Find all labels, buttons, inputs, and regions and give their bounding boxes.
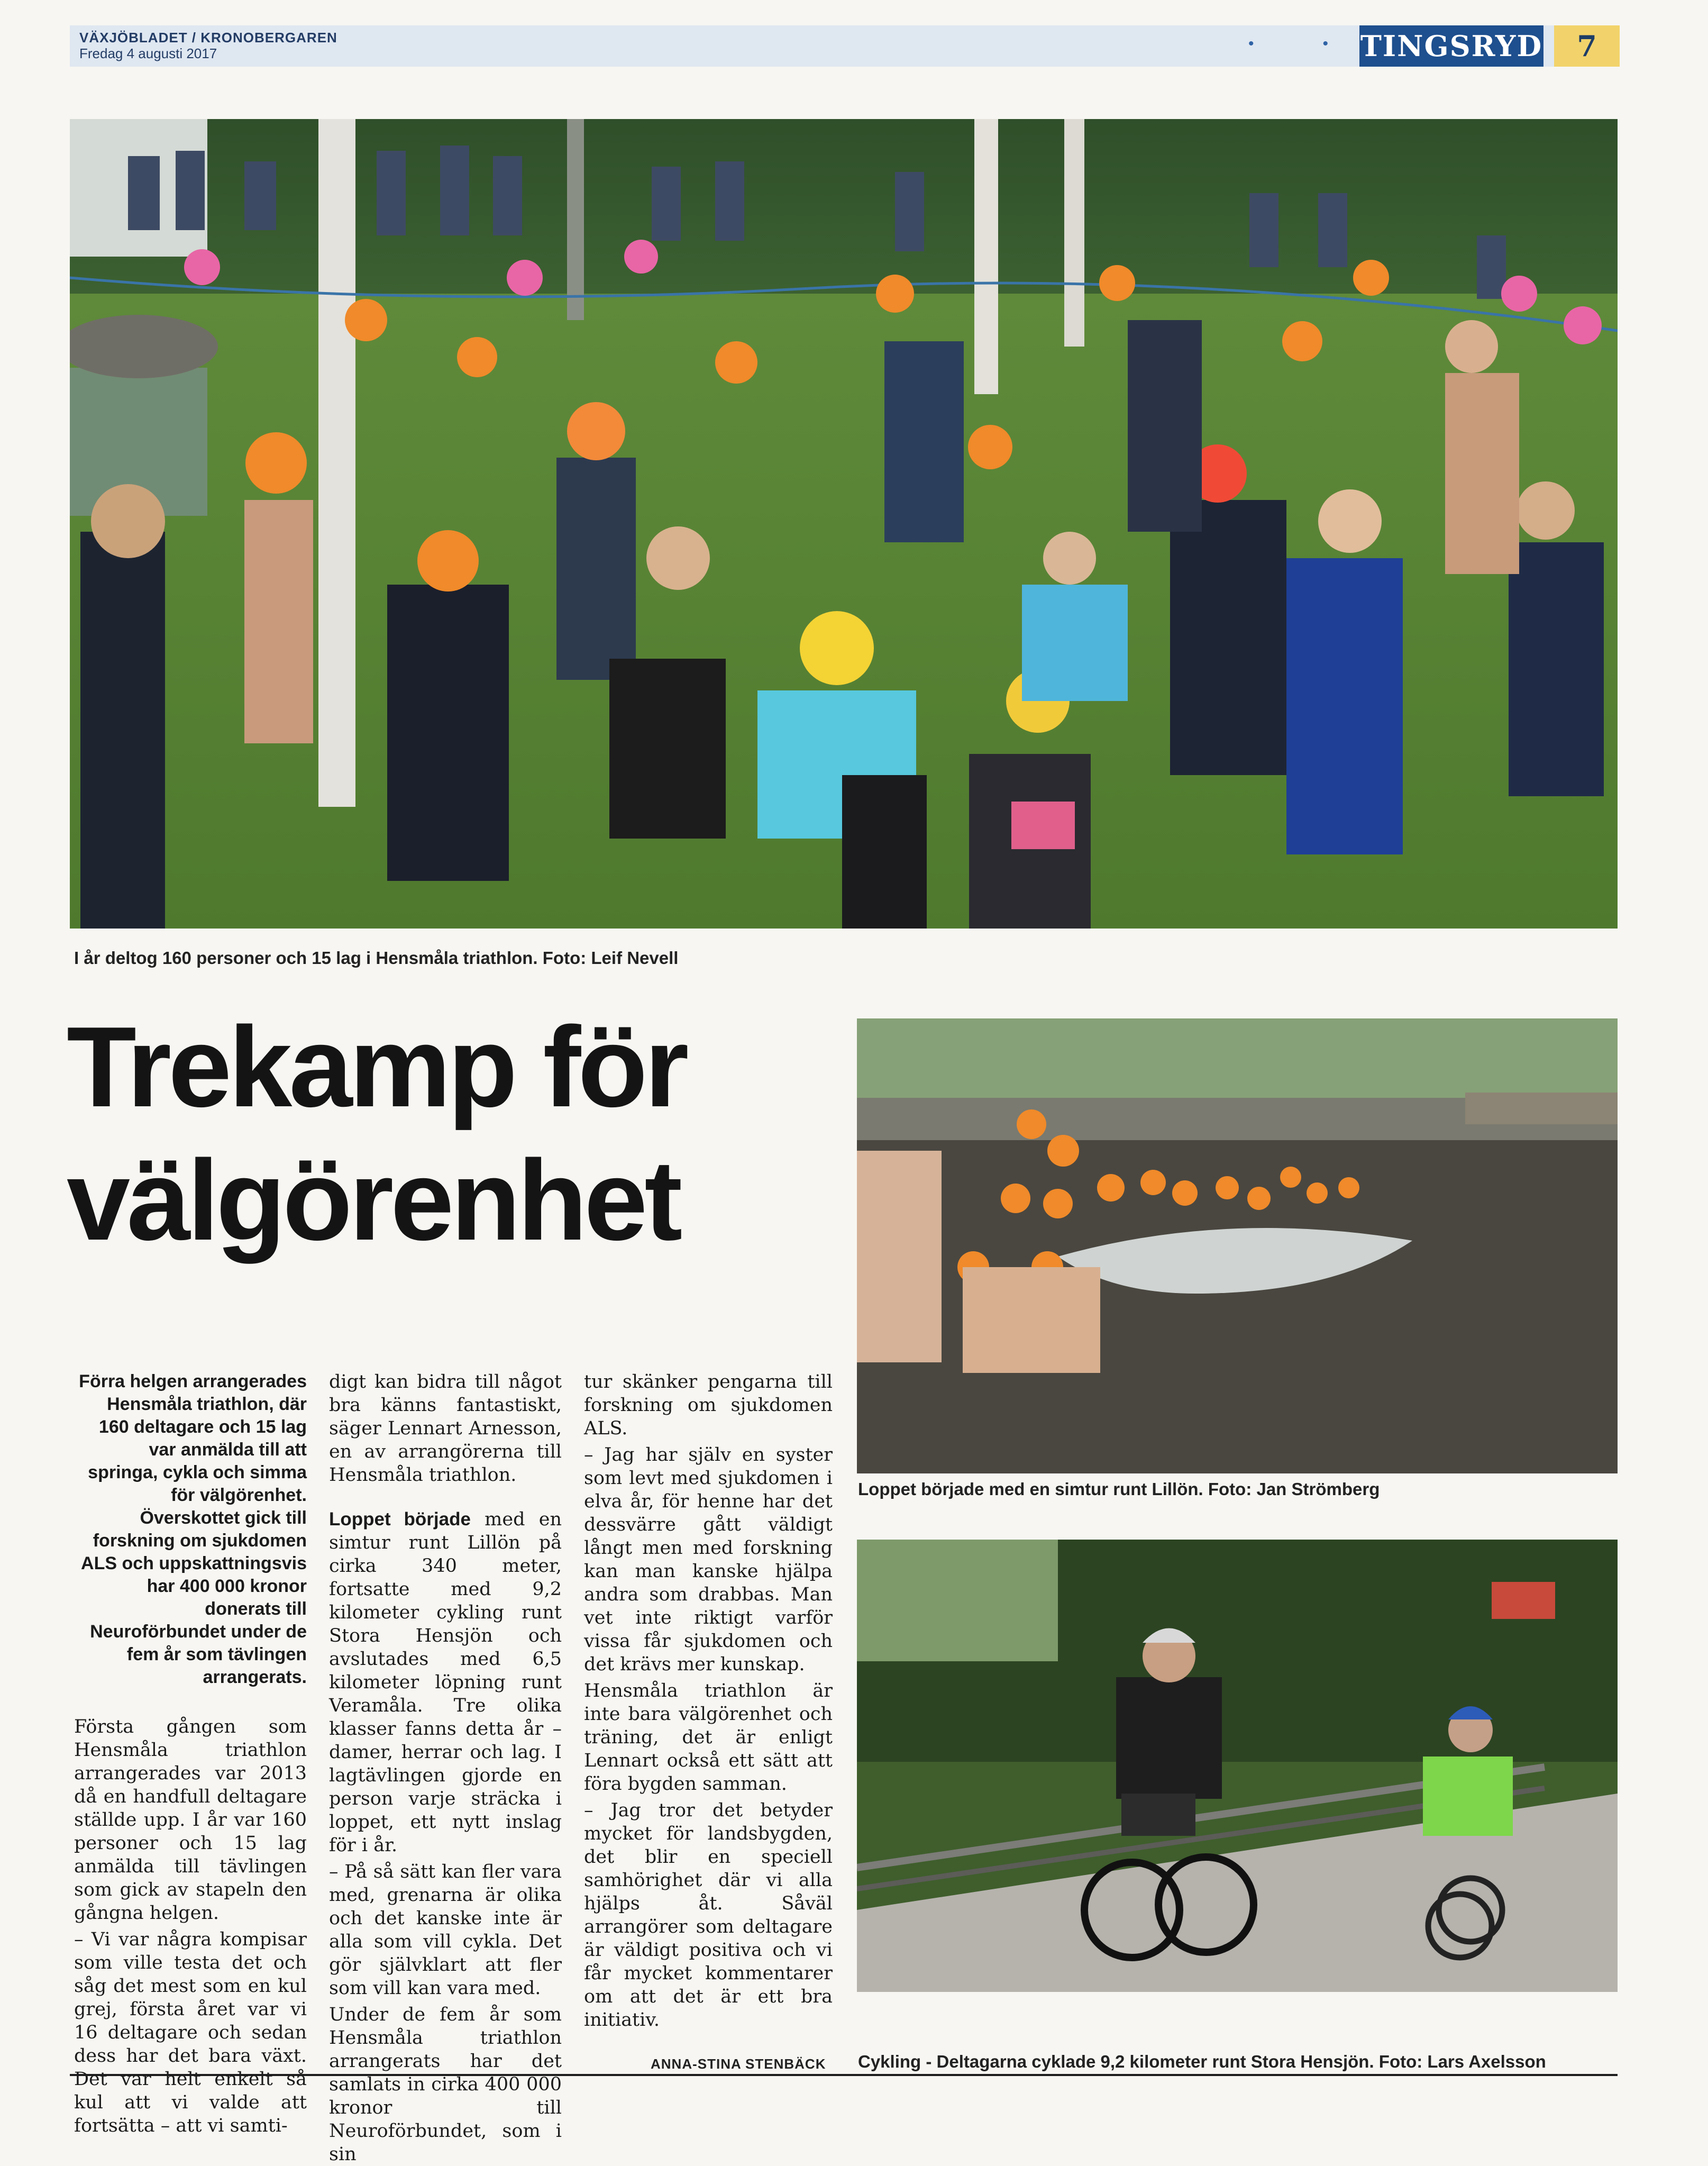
- text-column-2: digt kan bidra till något bra känns fant…: [329, 1370, 562, 2166]
- paragraph: Loppet började med en simtur runt Lillön…: [329, 1508, 562, 1857]
- paragraph: digt kan bidra till något bra känns fant…: [329, 1371, 562, 1486]
- paper-name: VÄXJÖBLADET / KRONOBERGAREN: [79, 30, 337, 45]
- paragraph: – Jag har själv en syster som levt med s…: [584, 1444, 833, 1675]
- swim-photo-caption: Loppet började med en simtur runt Lillön…: [858, 1479, 1380, 1499]
- issue-date: Fredag 4 augusti 2017: [79, 45, 217, 61]
- main-photo-caption: I år deltog 160 personer och 15 lag i He…: [74, 948, 679, 968]
- paragraph: – Jag tror det betyder mycket för landsb…: [584, 1800, 833, 2031]
- page-number: 7: [1554, 25, 1620, 67]
- paragraph: – Vi var några kompisar som ville testa …: [74, 1929, 307, 2136]
- section-label: TINGSRYD: [1359, 25, 1543, 67]
- paragraph: Under de fem år som Hensmåla triathlon a…: [329, 2004, 562, 2165]
- bottom-rule: [70, 2074, 1618, 2076]
- headline: Trekamp för välgörenhet: [67, 1000, 850, 1267]
- headline-line-1: Trekamp för: [67, 1003, 689, 1131]
- run-in-heading: Loppet började: [329, 1509, 471, 1530]
- text-column-1: Förra helgen arrangerades Hensmåla triat…: [74, 1370, 307, 2137]
- text-column-3: tur skänker pengarna till forskning om s…: [584, 1370, 833, 2032]
- bike-photo-caption: Cykling - Deltagarna cyklade 9,2 kilomet…: [858, 2052, 1546, 2071]
- bike-photo: [857, 1540, 1618, 1992]
- main-photo-crowd: [70, 119, 1618, 929]
- paragraph: Första gången som Hensmåla triathlon arr…: [74, 1716, 307, 1924]
- swim-photo: [857, 1018, 1618, 1473]
- byline: ANNA-STINA STENBÄCK: [651, 2056, 826, 2072]
- paragraph: Hensmåla triathlon är inte bara välgören…: [584, 1680, 833, 1795]
- paragraph: – På så sätt kan fler vara med, grenarna…: [329, 1861, 562, 1999]
- paragraph: tur skänker pengarna till forskning om s…: [584, 1371, 833, 1439]
- headline-line-2: välgörenhet: [67, 1136, 682, 1264]
- paragraph-text: med en simtur runt Lillön på cirka 340 m…: [329, 1509, 562, 1856]
- ingress: Förra helgen arrangerades Hensmåla triat…: [79, 1371, 307, 1687]
